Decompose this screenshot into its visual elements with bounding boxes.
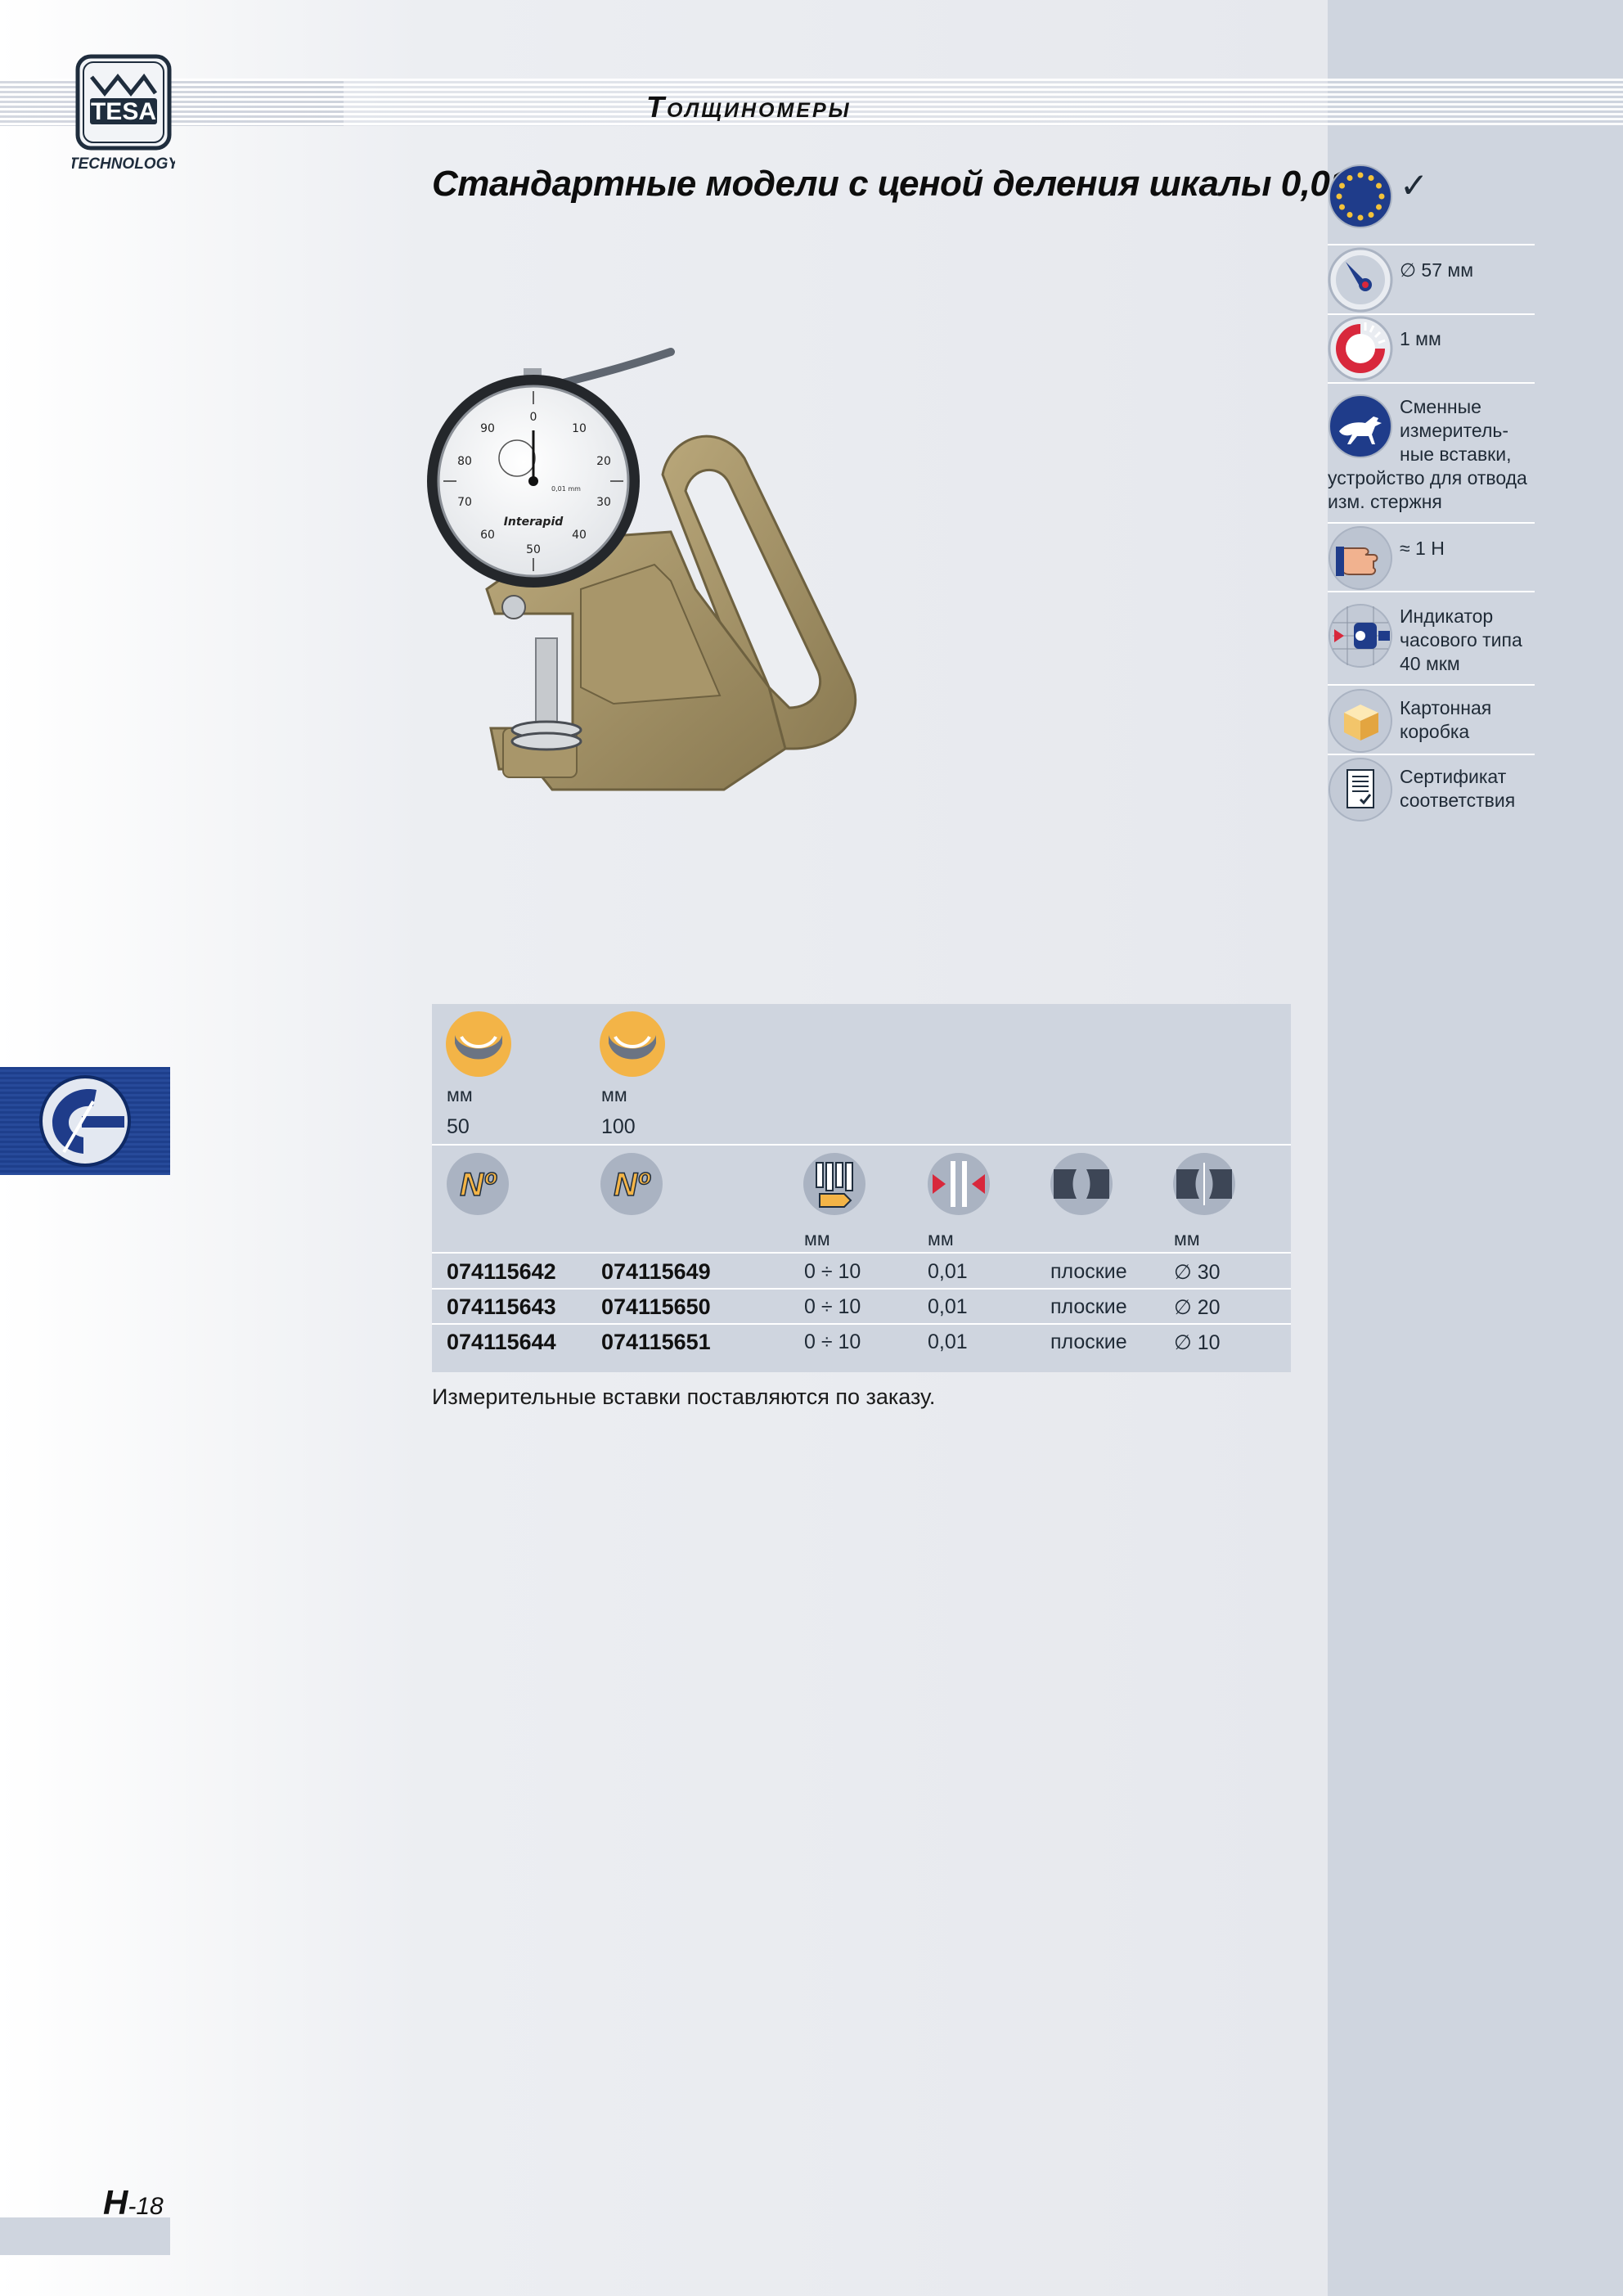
dial-number-30: 30 bbox=[596, 496, 611, 509]
spec-table: мм мм 50 100 Nº Nº мм мм мм 074115642 07… bbox=[432, 1004, 1291, 1372]
measuring-range-icon bbox=[803, 1153, 865, 1215]
spec-indicator-text-block: Индикатор часового типа 40 мкм bbox=[1400, 605, 1522, 676]
number-no-icon: Nº bbox=[600, 1153, 663, 1215]
col-unit-resolution: мм bbox=[928, 1228, 954, 1249]
spec-inserts-line-2: измеритель- bbox=[1400, 420, 1509, 441]
dial-number-10: 10 bbox=[572, 422, 587, 435]
spec-range-text: 1 мм bbox=[1400, 328, 1441, 349]
table-cell-r3-no1: 074115644 bbox=[447, 1330, 556, 1354]
table-cell-r2-anvil: плоские bbox=[1050, 1295, 1127, 1318]
page-title: Стандартные модели с ценой деления шкалы… bbox=[432, 164, 1386, 204]
table-cell-r1-diameter: ∅ 30 bbox=[1174, 1261, 1221, 1284]
depth-value-1: 50 bbox=[447, 1115, 470, 1138]
spec-indicator-line-2: часового типа bbox=[1400, 629, 1522, 651]
spec-inserts-line-1: Сменные bbox=[1400, 396, 1481, 417]
greyhound-dog-icon bbox=[1329, 394, 1392, 458]
spec-inserts-line-3: ные вставки, bbox=[1400, 443, 1512, 465]
spec-certificate-line-2: соответствия bbox=[1400, 790, 1516, 811]
page-digits: -18 bbox=[128, 2193, 164, 2220]
hand-force-icon bbox=[1329, 526, 1392, 590]
tesa-logo: TESA TECHNOLOGY bbox=[72, 54, 175, 173]
anvil-diameter-icon bbox=[1173, 1153, 1235, 1215]
table-cell-r3-diameter: ∅ 10 bbox=[1174, 1331, 1221, 1354]
table-cell-r1-anvil: плоские bbox=[1050, 1260, 1127, 1283]
resolution-icon bbox=[928, 1153, 990, 1215]
flat-anvil-icon bbox=[1050, 1153, 1113, 1215]
spec-indicator-line-1: Индикатор bbox=[1400, 606, 1494, 627]
certificate-icon bbox=[1329, 758, 1392, 822]
table-cell-r2-no2: 074115650 bbox=[601, 1294, 711, 1319]
table-cell-r2-diameter: ∅ 20 bbox=[1174, 1296, 1221, 1319]
table-cell-r3-no2: 074115651 bbox=[601, 1330, 711, 1354]
red-dial-range-icon bbox=[1328, 316, 1393, 381]
table-cell-r2-resolution: 0,01 bbox=[928, 1295, 968, 1318]
dial-number-70: 70 bbox=[457, 496, 472, 509]
dial-number-90: 90 bbox=[480, 422, 495, 435]
spec-packaging-text-block: Картонная коробка bbox=[1400, 696, 1491, 744]
dial-number-40: 40 bbox=[572, 529, 587, 542]
page-number: H-18 bbox=[103, 2183, 164, 2222]
table-cell-r1-no2: 074115649 bbox=[601, 1259, 711, 1284]
page-letter: H bbox=[103, 2183, 128, 2222]
spec-inserts-text-block: Сменные измеритель- ные вставки, bbox=[1400, 395, 1511, 466]
depth-unit-1: мм bbox=[447, 1084, 473, 1105]
table-cell-r1-range: 0 ÷ 10 bbox=[804, 1260, 861, 1283]
spec-packaging-line-1: Картонная bbox=[1400, 697, 1492, 718]
chapter-tab bbox=[0, 1067, 170, 1175]
svg-text:Nº: Nº bbox=[460, 1167, 497, 1203]
number-no-icon: Nº bbox=[447, 1153, 509, 1215]
dial-number-50: 50 bbox=[526, 543, 541, 556]
spec-ce-text: ✓ bbox=[1400, 166, 1429, 205]
spec-inserts-line-5: изм. стержня bbox=[1328, 491, 1442, 512]
table-cell-r3-anvil: плоские bbox=[1050, 1330, 1127, 1353]
section-title: Толщиномеры bbox=[646, 90, 852, 124]
depth-unit-2: мм bbox=[601, 1084, 627, 1105]
dial-indicator-icon bbox=[1329, 604, 1392, 668]
spec-certificate-line-1: Сертификат bbox=[1400, 766, 1507, 787]
table-cell-r1-no1: 074115642 bbox=[447, 1259, 556, 1284]
cardboard-box-icon bbox=[1329, 689, 1392, 753]
dial-number-60: 60 bbox=[480, 529, 495, 542]
spec-inserts-wide-block: устройство для отвода изм. стержня bbox=[1328, 466, 1527, 514]
spec-inserts-line-4: устройство для отвода bbox=[1328, 467, 1527, 488]
table-cell-r3-range: 0 ÷ 10 bbox=[804, 1330, 861, 1353]
ce-eu-stars-icon bbox=[1329, 164, 1392, 228]
spec-indicator-line-3: 40 мкм bbox=[1400, 653, 1460, 674]
col-unit-range: мм bbox=[804, 1228, 830, 1249]
table-cell-r2-range: 0 ÷ 10 bbox=[804, 1295, 861, 1318]
dial-number-80: 80 bbox=[457, 455, 472, 468]
table-cell-r2-no1: 074115643 bbox=[447, 1294, 556, 1319]
col-unit-diameter: мм bbox=[1174, 1228, 1200, 1249]
spec-certificate-text-block: Сертификат соответствия bbox=[1400, 765, 1515, 813]
svg-text:Nº: Nº bbox=[614, 1167, 651, 1203]
table-cell-r1-resolution: 0,01 bbox=[928, 1260, 968, 1283]
logo-subtext: TECHNOLOGY bbox=[72, 155, 175, 173]
dial-brand: Interapid bbox=[504, 515, 564, 529]
footnote: Измерительные вставки поставляются по за… bbox=[432, 1384, 936, 1409]
spec-force-text: ≈ 1 Н bbox=[1400, 538, 1445, 559]
throat-depth-icon bbox=[600, 1011, 665, 1077]
dial-number-0: 0 bbox=[530, 411, 537, 424]
spec-dial-diameter-text: ∅ 57 мм bbox=[1400, 259, 1474, 281]
dial-needle-icon bbox=[1328, 247, 1393, 313]
caliper-chapter-icon bbox=[39, 1075, 131, 1167]
page-number-bar bbox=[0, 2217, 170, 2255]
spec-packaging-line-2: коробка bbox=[1400, 721, 1470, 742]
table-cell-r3-resolution: 0,01 bbox=[928, 1330, 968, 1353]
logo-text: TESA bbox=[91, 98, 156, 125]
product-photo-thickness-gauge: 0 10 20 30 40 50 60 70 80 90 0,01 mm Int… bbox=[427, 348, 856, 791]
dial-unit-label: 0,01 mm bbox=[551, 485, 581, 493]
throat-depth-icon bbox=[446, 1011, 511, 1077]
depth-value-2: 100 bbox=[601, 1115, 636, 1138]
dial-number-20: 20 bbox=[596, 455, 611, 468]
